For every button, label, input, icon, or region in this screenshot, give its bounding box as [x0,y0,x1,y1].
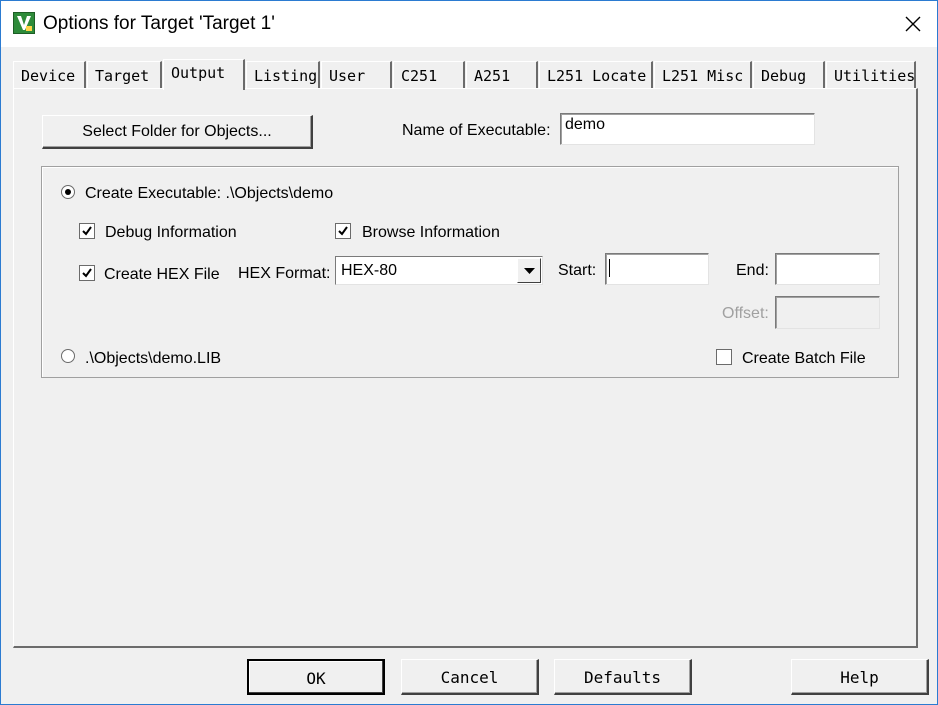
tab-a251[interactable]: A251 [466,61,538,88]
hex-format-value: HEX-80 [341,262,398,279]
create-executable-label: Create Executable: .\Objects\demo [85,185,334,202]
cancel-button[interactable]: Cancel [401,659,539,695]
tab-output[interactable]: Output [163,59,245,90]
browse-information-checkbox[interactable] [335,223,351,239]
end-address-input[interactable] [775,253,880,285]
tab-strip: Device Target Listing User C251 A251 L25… [13,59,918,90]
tab-l251-locate[interactable]: L251 Locate [539,61,653,88]
close-button[interactable] [889,1,937,47]
radio-selected-dot [65,189,71,195]
checkmark-icon [338,226,348,236]
tab-l251-misc[interactable]: L251 Misc [654,61,752,88]
create-batch-file-checkbox[interactable] [716,349,732,365]
checkmark-icon [82,226,92,236]
debug-information-checkbox[interactable] [79,223,95,239]
end-label: End: [736,262,769,279]
debug-information-label: Debug Information [105,224,237,241]
keil-uvision-icon [13,12,35,34]
offset-input [775,296,880,329]
text-cursor [609,259,610,277]
start-address-input[interactable] [605,253,709,285]
select-folder-button[interactable]: Select Folder for Objects... [42,115,313,149]
checkmark-icon [82,268,92,278]
hex-format-label: HEX Format: [238,265,331,282]
browse-information-label: Browse Information [362,224,500,241]
chevron-down-icon [524,268,535,274]
options-dialog: Options for Target 'Target 1' Device Tar… [0,0,938,705]
create-executable-radio[interactable] [61,185,75,199]
tab-user[interactable]: User [321,61,392,88]
defaults-button[interactable]: Defaults [554,659,692,695]
tab-listing[interactable]: Listing [246,61,320,88]
window-title: Options for Target 'Target 1' [43,13,275,34]
tab-device[interactable]: Device [13,61,86,88]
tab-c251[interactable]: C251 [393,61,465,88]
tab-debug[interactable]: Debug [753,61,825,88]
help-button[interactable]: Help [791,659,929,695]
create-hex-file-checkbox[interactable] [79,265,95,281]
create-hex-file-label: Create HEX File [104,266,220,283]
title-bar[interactable]: Options for Target 'Target 1' [1,1,937,47]
create-library-radio[interactable] [61,349,75,363]
close-icon [905,16,921,32]
hex-format-select[interactable]: HEX-80 [335,256,543,285]
ok-button[interactable]: OK [247,659,385,695]
tab-utilities[interactable]: Utilities [826,61,916,88]
name-of-executable-label: Name of Executable: [402,122,551,139]
dropdown-button[interactable] [517,258,541,283]
create-batch-file-label: Create Batch File [742,350,866,367]
name-of-executable-input[interactable]: demo [560,113,815,145]
tab-target[interactable]: Target [87,61,162,88]
offset-label: Offset: [722,305,769,322]
start-label: Start: [558,262,597,279]
create-library-label: .\Objects\demo.LIB [85,350,222,367]
